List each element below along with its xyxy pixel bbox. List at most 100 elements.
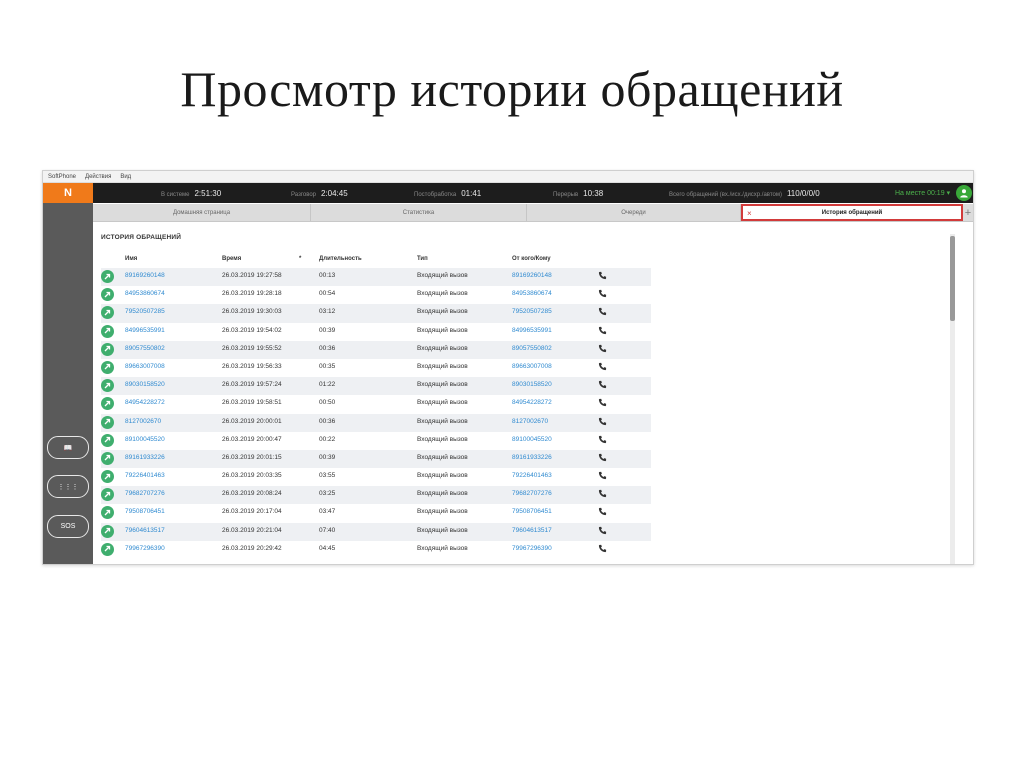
table-row[interactable]: 79967296390 26.03.2019 20:29:42 04:45 Входя… [101,541,651,559]
caller-name-link[interactable]: 79967296390 [125,545,165,552]
phone-icon[interactable] [598,507,607,518]
sort-indicator[interactable]: * [299,256,301,262]
agent-status-timer: 00:19 [927,190,945,197]
menu-item-softphone[interactable]: SoftPhone [48,174,76,180]
tab-label: История обращений [821,209,883,216]
column-header-time[interactable]: Время [222,256,241,262]
stat-post-processing: Постобработка 01:41 [414,189,481,198]
phone-icon[interactable] [598,362,607,373]
from-to-link[interactable]: 89663007008 [512,363,552,370]
caller-name-link[interactable]: 79226401463 [125,472,165,479]
stat-label: Перерыв [553,192,579,198]
caller-name-link[interactable]: 79508706451 [125,508,165,515]
phone-icon[interactable] [598,471,607,482]
caller-name-link[interactable]: 84954228272 [125,399,165,406]
stat-total-calls: Всего обращений (вх./исх./дисхр./автом) … [669,189,820,198]
caller-name-link[interactable]: 89057550802 [125,345,165,352]
app-logo[interactable]: N [43,183,93,203]
caller-name-link[interactable]: 8127002670 [125,418,161,425]
phone-icon[interactable] [598,489,607,500]
from-to-link[interactable]: 79226401463 [512,472,552,479]
dialpad-button[interactable]: ⋮⋮⋮ [47,475,89,498]
phonebook-button[interactable]: 📖 [47,436,89,459]
tab-statistics[interactable]: Статистика [311,204,527,221]
table-row[interactable]: 79226401463 26.03.2019 20:03:35 03:55 Входя… [101,468,651,486]
caller-name-link[interactable]: 89030158520 [125,381,165,388]
caller-name-link[interactable]: 89169260148 [125,272,165,279]
table-row[interactable]: 84996535991 26.03.2019 19:54:02 00:39 Входя… [101,323,651,341]
agent-status[interactable]: На месте 00:19 ▾ [895,189,950,197]
from-to-link[interactable]: 89169260148 [512,272,552,279]
from-to-link[interactable]: 79967296390 [512,545,552,552]
incoming-call-icon [101,270,114,283]
table-row[interactable]: 89161933226 26.03.2019 20:01:15 00:39 Входя… [101,449,651,469]
phone-icon[interactable] [598,271,607,282]
column-header-from-to[interactable]: От кого/Кому [512,256,551,262]
table-row[interactable]: 8127002670 26.03.2019 20:00:01 00:36 Входящ… [101,413,651,432]
caller-name-link[interactable]: 89161933226 [125,454,165,461]
call-time: 26.03.2019 19:30:03 [222,308,282,316]
column-header-name[interactable]: Имя [125,256,137,262]
from-to-link[interactable]: 8127002670 [512,418,548,425]
caller-name-link[interactable]: 79682707276 [125,490,165,497]
table-row[interactable]: 89169260148 26.03.2019 19:27:58 00:13 Входя… [101,268,651,287]
tab-call-history[interactable]: × История обращений [741,204,963,221]
chevron-down-icon[interactable]: ▾ [947,190,951,197]
phone-icon[interactable] [598,289,607,300]
table-row[interactable]: 84953860674 26.03.2019 19:28:18 00:54 Входя… [101,286,651,304]
from-to-link[interactable]: 79682707276 [512,490,552,497]
incoming-call-icon [101,360,114,374]
user-status-icon[interactable] [956,185,972,201]
from-to-link[interactable]: 89100045520 [512,436,552,443]
sos-button[interactable]: SOS [47,515,89,538]
caller-name-link[interactable]: 89663007008 [125,363,165,370]
table-row[interactable]: 79682707276 26.03.2019 20:08:24 03:25 Входя… [101,486,651,505]
phone-icon[interactable] [598,417,607,428]
table-row[interactable]: 79508706451 26.03.2019 20:17:04 03:47 Входя… [101,504,651,522]
phone-icon[interactable] [598,453,607,464]
caller-name-link[interactable]: 84953860674 [125,290,165,297]
menu-item-actions[interactable]: Действия [85,174,111,180]
call-type: Входящий вызов [417,417,468,425]
call-history-panel: ИСТОРИЯ ОБРАЩЕНИЙ Имя Время * Длительнос… [93,222,973,564]
table-row[interactable]: 89057550802 26.03.2019 19:55:52 00:36 Входя… [101,340,651,359]
from-to-link[interactable]: 84953860674 [512,290,552,297]
from-to-link[interactable]: 79604613517 [512,527,552,534]
caller-name-link[interactable]: 89100045520 [125,436,165,443]
caller-name-link[interactable]: 79520507285 [125,308,165,315]
phone-icon[interactable] [598,398,607,409]
caller-name-link[interactable]: 79604613517 [125,527,165,534]
table-row[interactable]: 79520507285 26.03.2019 19:30:03 03:12 Входя… [101,304,651,323]
from-to-link[interactable]: 84954228272 [512,399,552,406]
phone-icon[interactable] [598,344,607,355]
table-row[interactable]: 89100045520 26.03.2019 20:00:47 00:22 Входя… [101,432,651,450]
phone-icon[interactable] [598,380,607,391]
phone-icon[interactable] [598,307,607,318]
caller-name-link[interactable]: 84996535991 [125,327,165,334]
add-tab-button[interactable]: + [963,204,973,221]
vertical-scrollbar[interactable] [950,234,955,564]
from-to-link[interactable]: 79508706451 [512,508,552,515]
table-row[interactable]: 89663007008 26.03.2019 19:56:33 00:35 Входя… [101,359,651,377]
table-row[interactable]: 79604613517 26.03.2019 20:21:04 07:40 Входя… [101,522,651,541]
tab-queues[interactable]: Очереди [527,204,741,221]
scrollbar-thumb[interactable] [950,236,955,321]
tab-home[interactable]: Домашняя страница [93,204,311,221]
call-type: Входящий вызов [417,435,468,443]
phone-icon[interactable] [598,526,607,537]
table-row[interactable]: 89030158520 26.03.2019 19:57:24 01:22 Входя… [101,377,651,396]
column-header-type[interactable]: Тип [417,256,428,262]
phone-icon[interactable] [598,326,607,337]
close-icon[interactable]: × [747,209,752,218]
from-to-link[interactable]: 89030158520 [512,381,552,388]
column-header-duration[interactable]: Длительность [319,256,362,262]
from-to-link[interactable]: 84996535991 [512,327,552,334]
from-to-link[interactable]: 89057550802 [512,345,552,352]
status-bar: N В системе 2:51:30 Разговор 2:04:45 Пос… [43,183,973,203]
from-to-link[interactable]: 79520507285 [512,308,552,315]
from-to-link[interactable]: 89161933226 [512,454,552,461]
table-row[interactable]: 84954228272 26.03.2019 19:58:51 00:50 Входя… [101,395,651,413]
phone-icon[interactable] [598,544,607,555]
menu-item-view[interactable]: Вид [120,174,131,180]
phone-icon[interactable] [598,435,607,446]
